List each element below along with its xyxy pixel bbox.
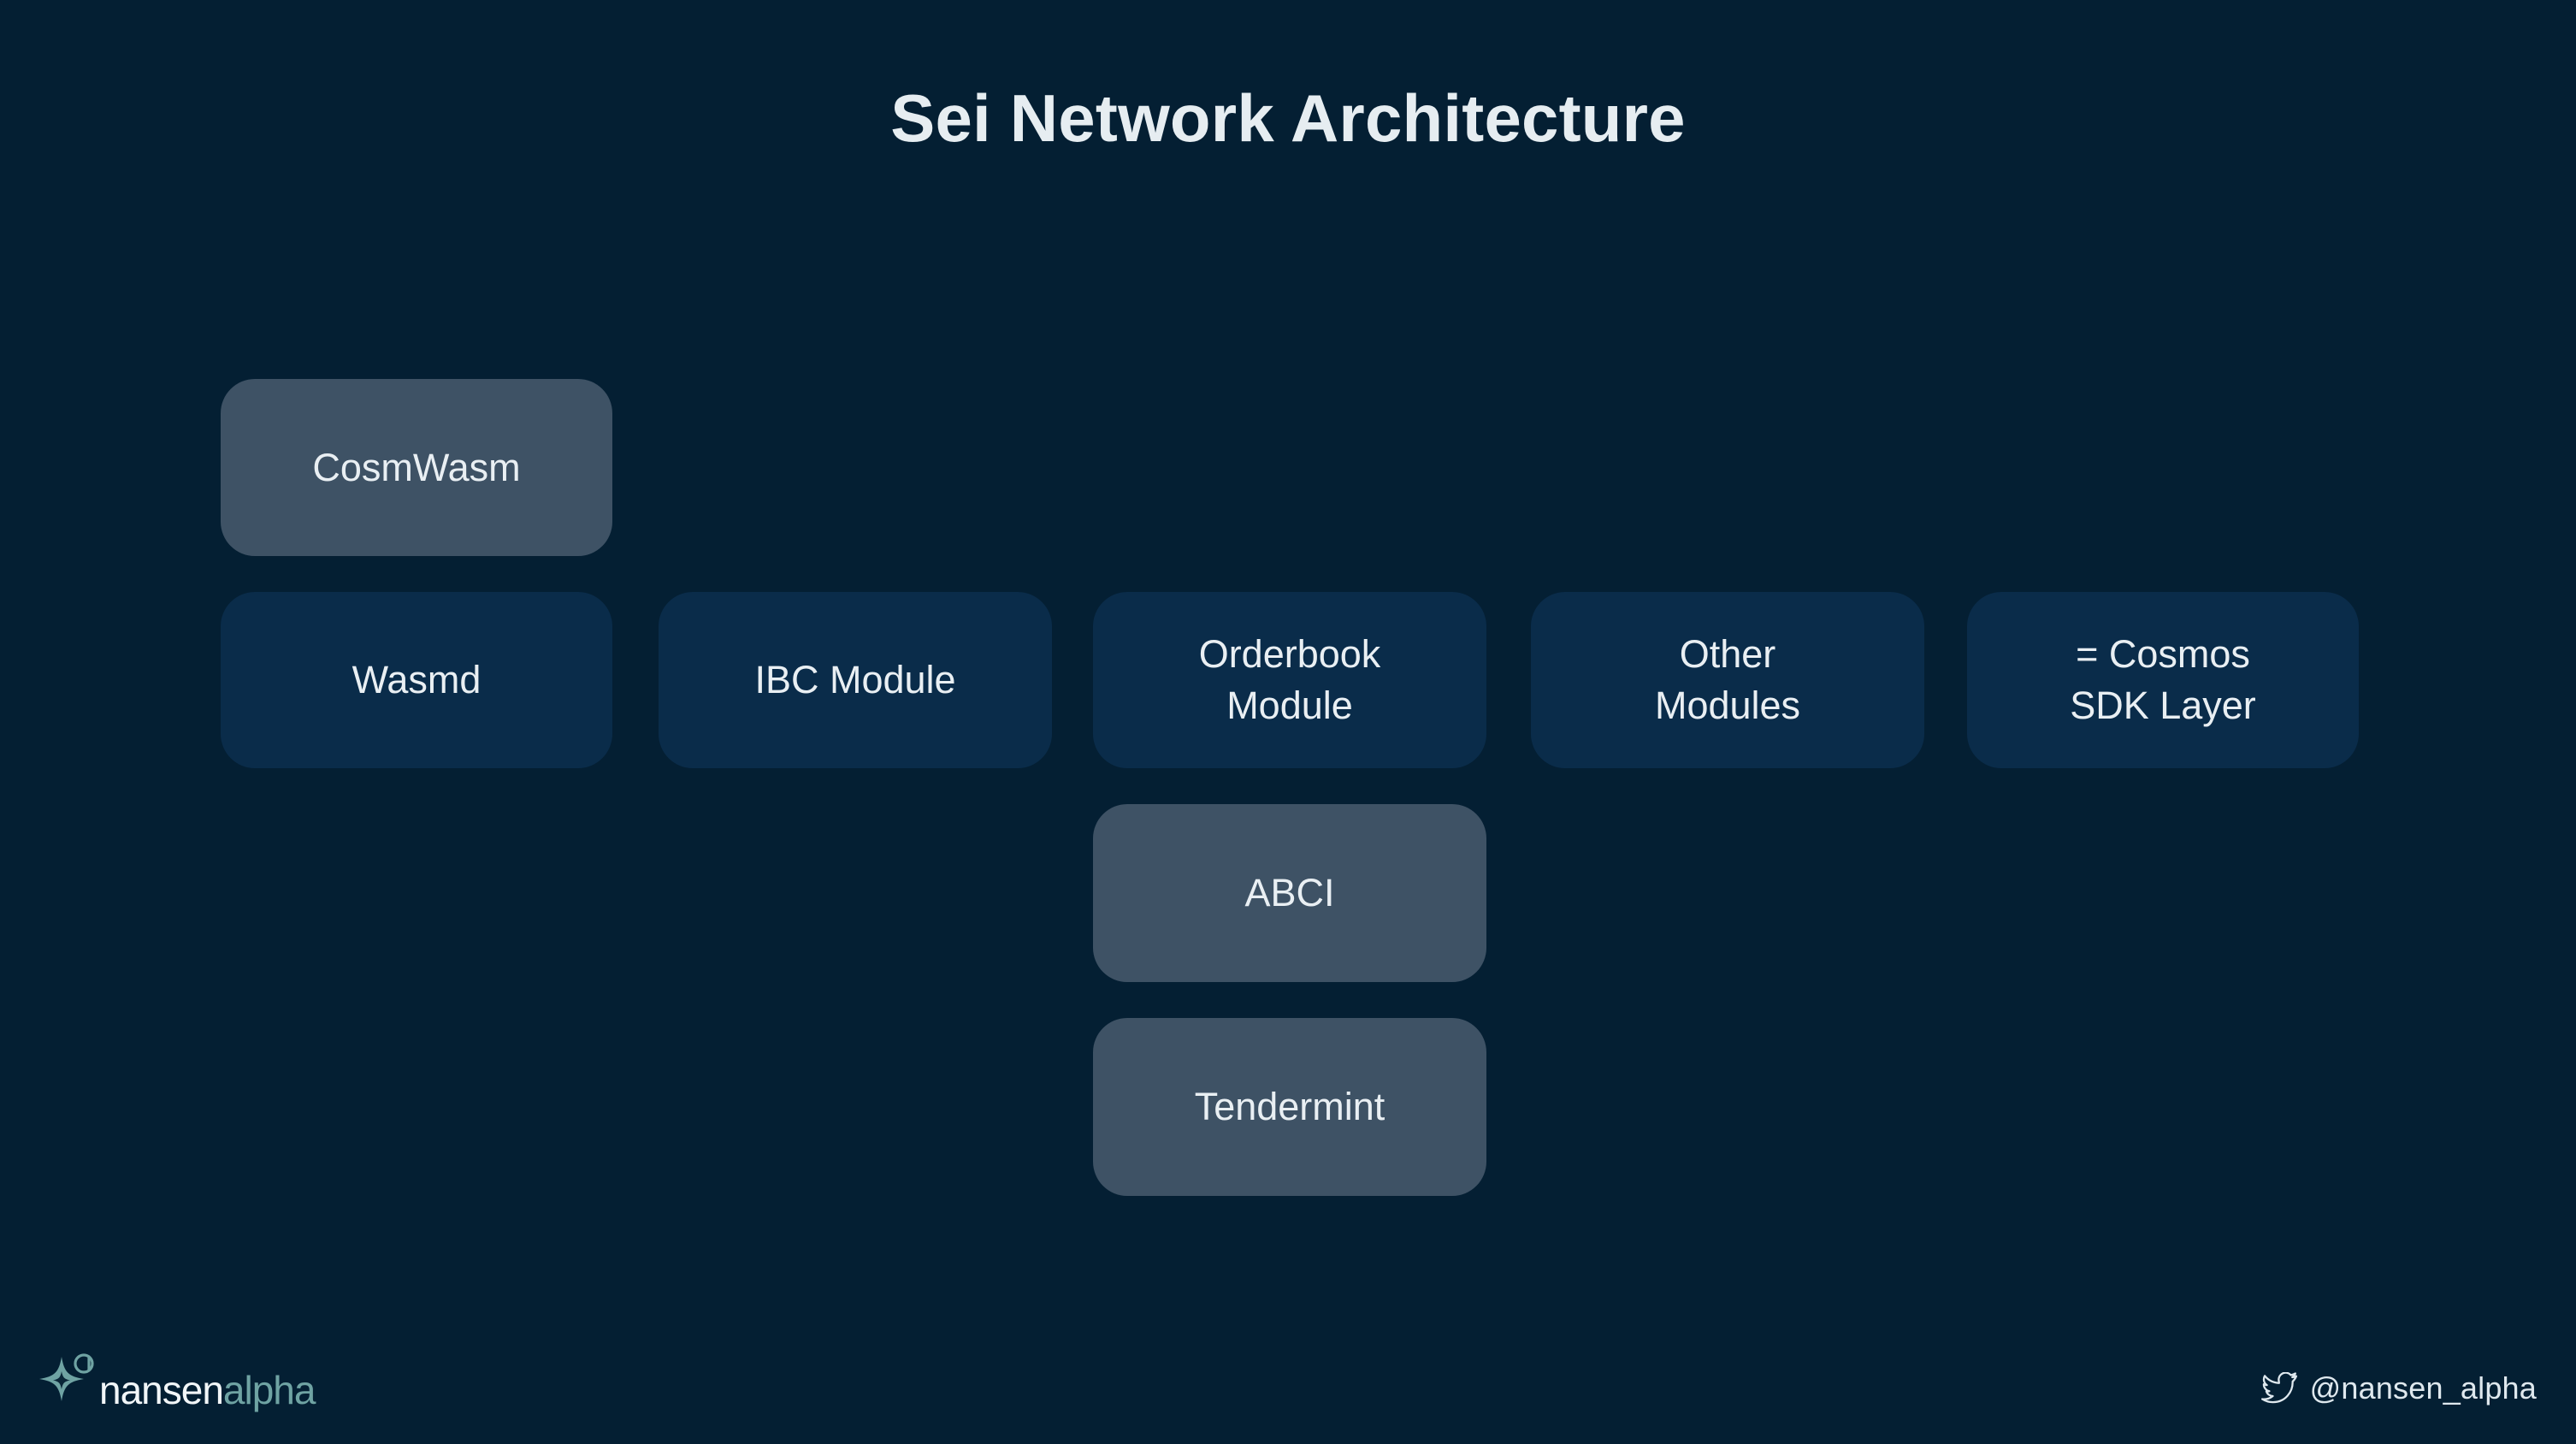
logo-product: alpha	[222, 1368, 316, 1412]
node-tendermint[interactable]: Tendermint	[1093, 1018, 1486, 1196]
architecture-diagram: CosmWasm Wasmd IBC Module Orderbook Modu…	[0, 0, 2576, 1444]
node-orderbook-module[interactable]: Orderbook Module	[1093, 592, 1486, 768]
node-other-modules[interactable]: Other Modules	[1531, 592, 1924, 768]
twitter-icon	[2260, 1372, 2298, 1405]
node-cosmwasm[interactable]: CosmWasm	[221, 379, 612, 556]
node-wasmd[interactable]: Wasmd	[221, 592, 612, 768]
twitter-handle-text: @nansen_alpha	[2309, 1370, 2537, 1406]
nansen-alpha-logo[interactable]: nansenalpha	[36, 1345, 316, 1413]
node-cosmos-sdk-layer[interactable]: = Cosmos SDK Layer	[1967, 592, 2359, 768]
node-abci[interactable]: ABCI	[1093, 804, 1486, 982]
logo-wordmark: nansenalpha	[99, 1368, 316, 1412]
node-ibc-module[interactable]: IBC Module	[659, 592, 1052, 768]
four-point-star-icon	[36, 1348, 101, 1413]
social-handle-group[interactable]: @nansen_alpha	[2260, 1370, 2537, 1406]
logo-brand: nansen	[99, 1368, 224, 1412]
